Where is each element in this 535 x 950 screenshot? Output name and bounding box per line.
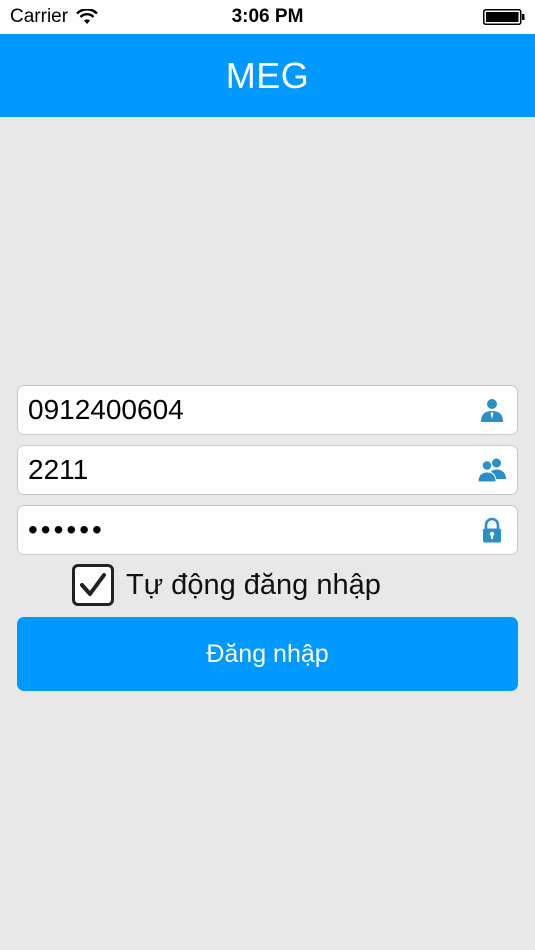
code-field-container: [17, 445, 518, 495]
auto-login-label: Tự động đăng nhập: [126, 568, 381, 601]
password-input[interactable]: [28, 506, 468, 554]
login-button[interactable]: Đăng nhập: [17, 617, 518, 691]
phone-field-container: [17, 385, 518, 435]
navigation-bar: MEG: [0, 34, 535, 117]
status-time: 3:06 PM: [231, 6, 304, 27]
code-input[interactable]: [28, 446, 468, 494]
checkmark-icon: [80, 573, 106, 596]
status-bar: Carrier 3:06 PM: [0, 0, 535, 34]
password-field-container: [17, 505, 518, 555]
page-title: MEG: [225, 54, 310, 96]
phone-input[interactable]: [28, 386, 468, 434]
auto-login-checkbox[interactable]: [72, 564, 114, 606]
lock-icon: [483, 517, 501, 543]
users-icon: [477, 458, 506, 483]
user-icon: [481, 399, 503, 422]
auto-login-row[interactable]: Tự động đăng nhập: [72, 563, 381, 607]
battery-full-icon: [483, 9, 525, 25]
